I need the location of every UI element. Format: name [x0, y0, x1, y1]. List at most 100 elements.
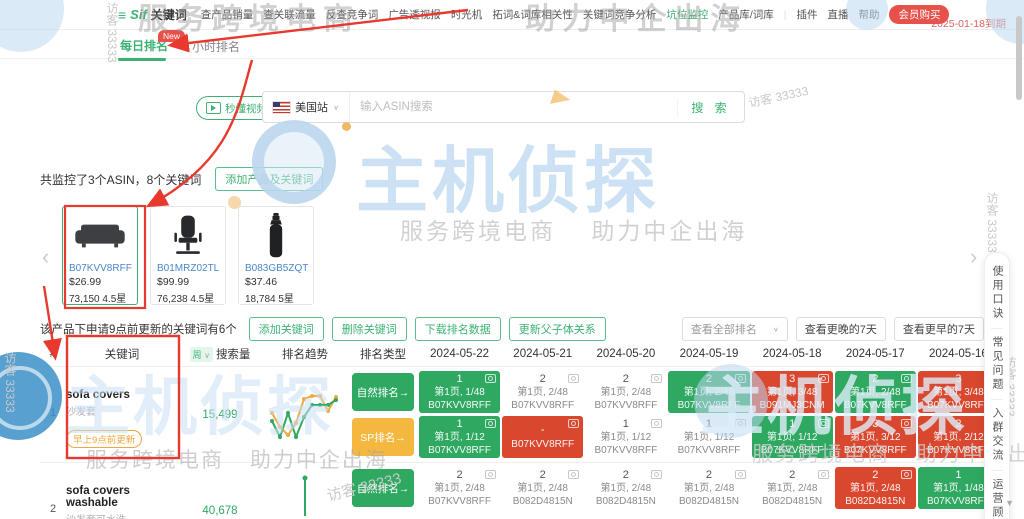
rank-cell[interactable]: 2 第1页, 2/48 B07KVV8RFF: [585, 371, 667, 413]
chevron-down-icon: ∨: [772, 325, 779, 333]
header-volume-label: 搜索量: [215, 349, 251, 361]
product-card[interactable]: B07KVV8RFF $26.99 73,150 4.5星: [62, 206, 138, 305]
side-widget-item-3[interactable]: 运营顾问: [989, 478, 1005, 519]
action-button-3[interactable]: 更新父子体关系: [508, 317, 606, 341]
camera-icon: [485, 374, 497, 383]
scrollbar[interactable]: [1016, 16, 1022, 100]
page: ≡ Sif 关键词 查产品销量 查关联流量 反查竞争词 广告透视报 时光机 拓词&词库相关…: [0, 0, 1024, 519]
rank-cell[interactable]: 2 第1页, 2/48 B07KVV8RFF: [834, 371, 916, 413]
rank-number: 1: [622, 417, 629, 430]
product-reviews: 73,150 4.5星: [69, 294, 127, 305]
rank-cell[interactable]: 3 第1页, 3/48 B091MJ3CNM: [751, 371, 833, 413]
nav-item-11[interactable]: 直播: [827, 7, 848, 22]
rank-line: 自然排名→ 2 第1页, 2/48 B07KVV8RFF 2 第1页, 2/48 B082D…: [348, 466, 1000, 510]
watermark-brand: 主机侦探: [356, 142, 661, 222]
product-card[interactable]: B01MRZ02TL $99.99 76,238 4.5星: [150, 206, 226, 305]
app-logo[interactable]: ≡ Sif 关键词: [118, 6, 187, 23]
rank-cell[interactable]: 1 第1页, 1/12 B07KVV8RFF: [751, 416, 833, 458]
keyword-translation: 沙发套可水洗: [66, 511, 178, 519]
rank-type-badge[interactable]: SP排名→: [352, 418, 414, 456]
camera-icon: [817, 470, 829, 479]
product-card[interactable]: B083GB5ZQT $37.46 18,784 5星: [238, 206, 314, 305]
nav-item-12[interactable]: 帮助: [858, 7, 879, 22]
rank-cell[interactable]: 1 第1页, 1/12 B07KVV8RFF: [585, 416, 667, 458]
rank-cell[interactable]: 2 第1页, 2/48 B07KVV8RFF: [419, 467, 501, 509]
search-volume: 40,678: [202, 505, 238, 517]
earlier-7days-button[interactable]: 查看更早的7天: [893, 317, 984, 341]
nav-item-7[interactable]: 坑位监控: [666, 7, 708, 22]
rank-page: 第1页, 1/48: [933, 483, 984, 495]
rank-cell[interactable]: 1 第1页, 1/12 B07KVV8RFF: [419, 416, 501, 458]
rank-page: 第1页, 2/48: [683, 483, 735, 495]
product-asin-link[interactable]: B07KVV8RFF: [69, 263, 132, 274]
side-widget-item-1[interactable]: 常见问题: [989, 336, 1005, 392]
rank-cell[interactable]: 2 第1页, 2/48 B082D4815N: [502, 467, 584, 509]
rank-cell[interactable]: 2 第1页, 2/48 B082D4815N: [585, 467, 667, 509]
side-widget-item-2[interactable]: 入群交流: [989, 407, 1005, 463]
nav-item-1[interactable]: 查关联流量: [263, 7, 316, 22]
side-widget-item-0[interactable]: 使用口诀: [989, 265, 1005, 321]
period-tag[interactable]: 周 ∨: [189, 346, 213, 362]
rank-asin: B07KVV8RFF: [594, 445, 658, 457]
rank-type-badge[interactable]: 自然排名→: [352, 373, 414, 411]
update-time-tag: 早上9点前更新: [66, 430, 143, 448]
later-7days-button[interactable]: 查看更晚的7天: [795, 317, 886, 341]
asin-search-input[interactable]: [350, 100, 677, 114]
row-index: 2: [49, 503, 57, 515]
rank-cell[interactable]: 1 第1页, 1/12 B07KVV8RFF: [668, 416, 750, 458]
rank-asin: B07KVV8RFF: [927, 445, 990, 457]
product-asin-link[interactable]: B083GB5ZQT: [245, 263, 308, 274]
rank-cell[interactable]: 2 第1页, 2/48 B082D4815N: [668, 467, 750, 509]
marketplace-select[interactable]: 美国站 ∨: [263, 92, 350, 122]
widget-divider: [991, 328, 1003, 329]
rank-cell[interactable]: 2 第1页, 2/48 B082D4815N: [751, 467, 833, 509]
video-icon: [206, 102, 221, 114]
nav-item-2[interactable]: 反查竞争词: [326, 7, 379, 22]
scroll-down-caret[interactable]: ▼: [1005, 498, 1014, 508]
help-side-widget: 使用口诀常见问题入群交流运营顾问: [984, 252, 1010, 519]
rank-type-badge[interactable]: 自然排名→: [352, 469, 414, 507]
camera-icon: [568, 374, 580, 383]
rank-cell[interactable]: 2 第1页, 2/48 B07KVV8RFF: [668, 371, 750, 413]
rank-asin: B07KVV8RFF: [594, 400, 658, 412]
carousel-next-icon[interactable]: ›: [970, 244, 977, 270]
action-button-1[interactable]: 删除关键词: [331, 317, 407, 341]
rank-cell[interactable]: 3 第1页, 3/12 B07KVV8RFF: [834, 416, 916, 458]
rank-number: 3: [789, 372, 796, 385]
trend-sparkline: [262, 369, 348, 460]
search-button[interactable]: 搜 索: [677, 98, 744, 116]
rank-number: 2: [872, 468, 879, 481]
camera-icon: [651, 374, 663, 383]
nav-item-3[interactable]: 广告透视报: [388, 7, 441, 22]
trend-sparkline: [262, 465, 348, 519]
rank-cell[interactable]: 2 第1页, 2/48 B082D4815N: [834, 467, 916, 509]
view-rank-select[interactable]: 查看全部排名 ∨: [681, 317, 788, 341]
marketplace-label: 美国站: [295, 102, 329, 114]
product-asin-link[interactable]: B01MRZ02TL: [157, 263, 219, 274]
table-header: # 关键词 周 ∨ 搜索量 排名趋势 排名类型 2024-05-22 2024-0…: [40, 342, 1000, 366]
product-carousel: B07KVV8RFF $26.99 73,150 4.5星 B01MRZ02TL…: [62, 206, 314, 305]
rank-cell[interactable]: 1 第1页, 1/48 B07KVV8RFF: [419, 371, 501, 413]
action-button-2[interactable]: 下载排名数据: [414, 317, 501, 341]
nav-item-6[interactable]: 关键词竞争分析: [583, 7, 657, 22]
rank-page: 第1页, 1/48: [434, 387, 485, 399]
rank-asin: B07KVV8RFF: [677, 400, 741, 412]
add-product-keyword-button[interactable]: 添加产品及关键词: [215, 167, 324, 191]
rank-page: 第1页, 2/48: [683, 387, 735, 399]
nav-item-8[interactable]: 产品库/词库: [718, 7, 773, 22]
rank-cell[interactable]: - B07KVV8RFF: [502, 416, 584, 458]
hamburger-menu-icon[interactable]: ≡: [118, 7, 126, 23]
rank-asin: B07KVV8RFF: [511, 400, 575, 412]
view-select-label: 查看全部排名: [690, 324, 757, 336]
tab-hourly-rank[interactable]: 小时排名: [192, 38, 240, 55]
carousel-prev-icon[interactable]: ‹: [42, 244, 49, 270]
action-button-0[interactable]: 添加关键词: [248, 317, 324, 341]
nav-item-4[interactable]: 时光机: [451, 7, 483, 22]
keyword-count-info: 该产品下申请9点前更新的关键词有6个: [40, 324, 237, 336]
rank-cell[interactable]: 2 第1页, 2/48 B07KVV8RFF: [502, 371, 584, 413]
product-reviews: 76,238 4.5星: [157, 294, 215, 305]
nav-item-5[interactable]: 拓词&词库相关性: [492, 7, 573, 22]
nav-item-10[interactable]: 插件: [796, 7, 817, 22]
nav-item-0[interactable]: 查产品销量: [201, 7, 254, 22]
header-keyword: 关键词: [104, 349, 140, 361]
